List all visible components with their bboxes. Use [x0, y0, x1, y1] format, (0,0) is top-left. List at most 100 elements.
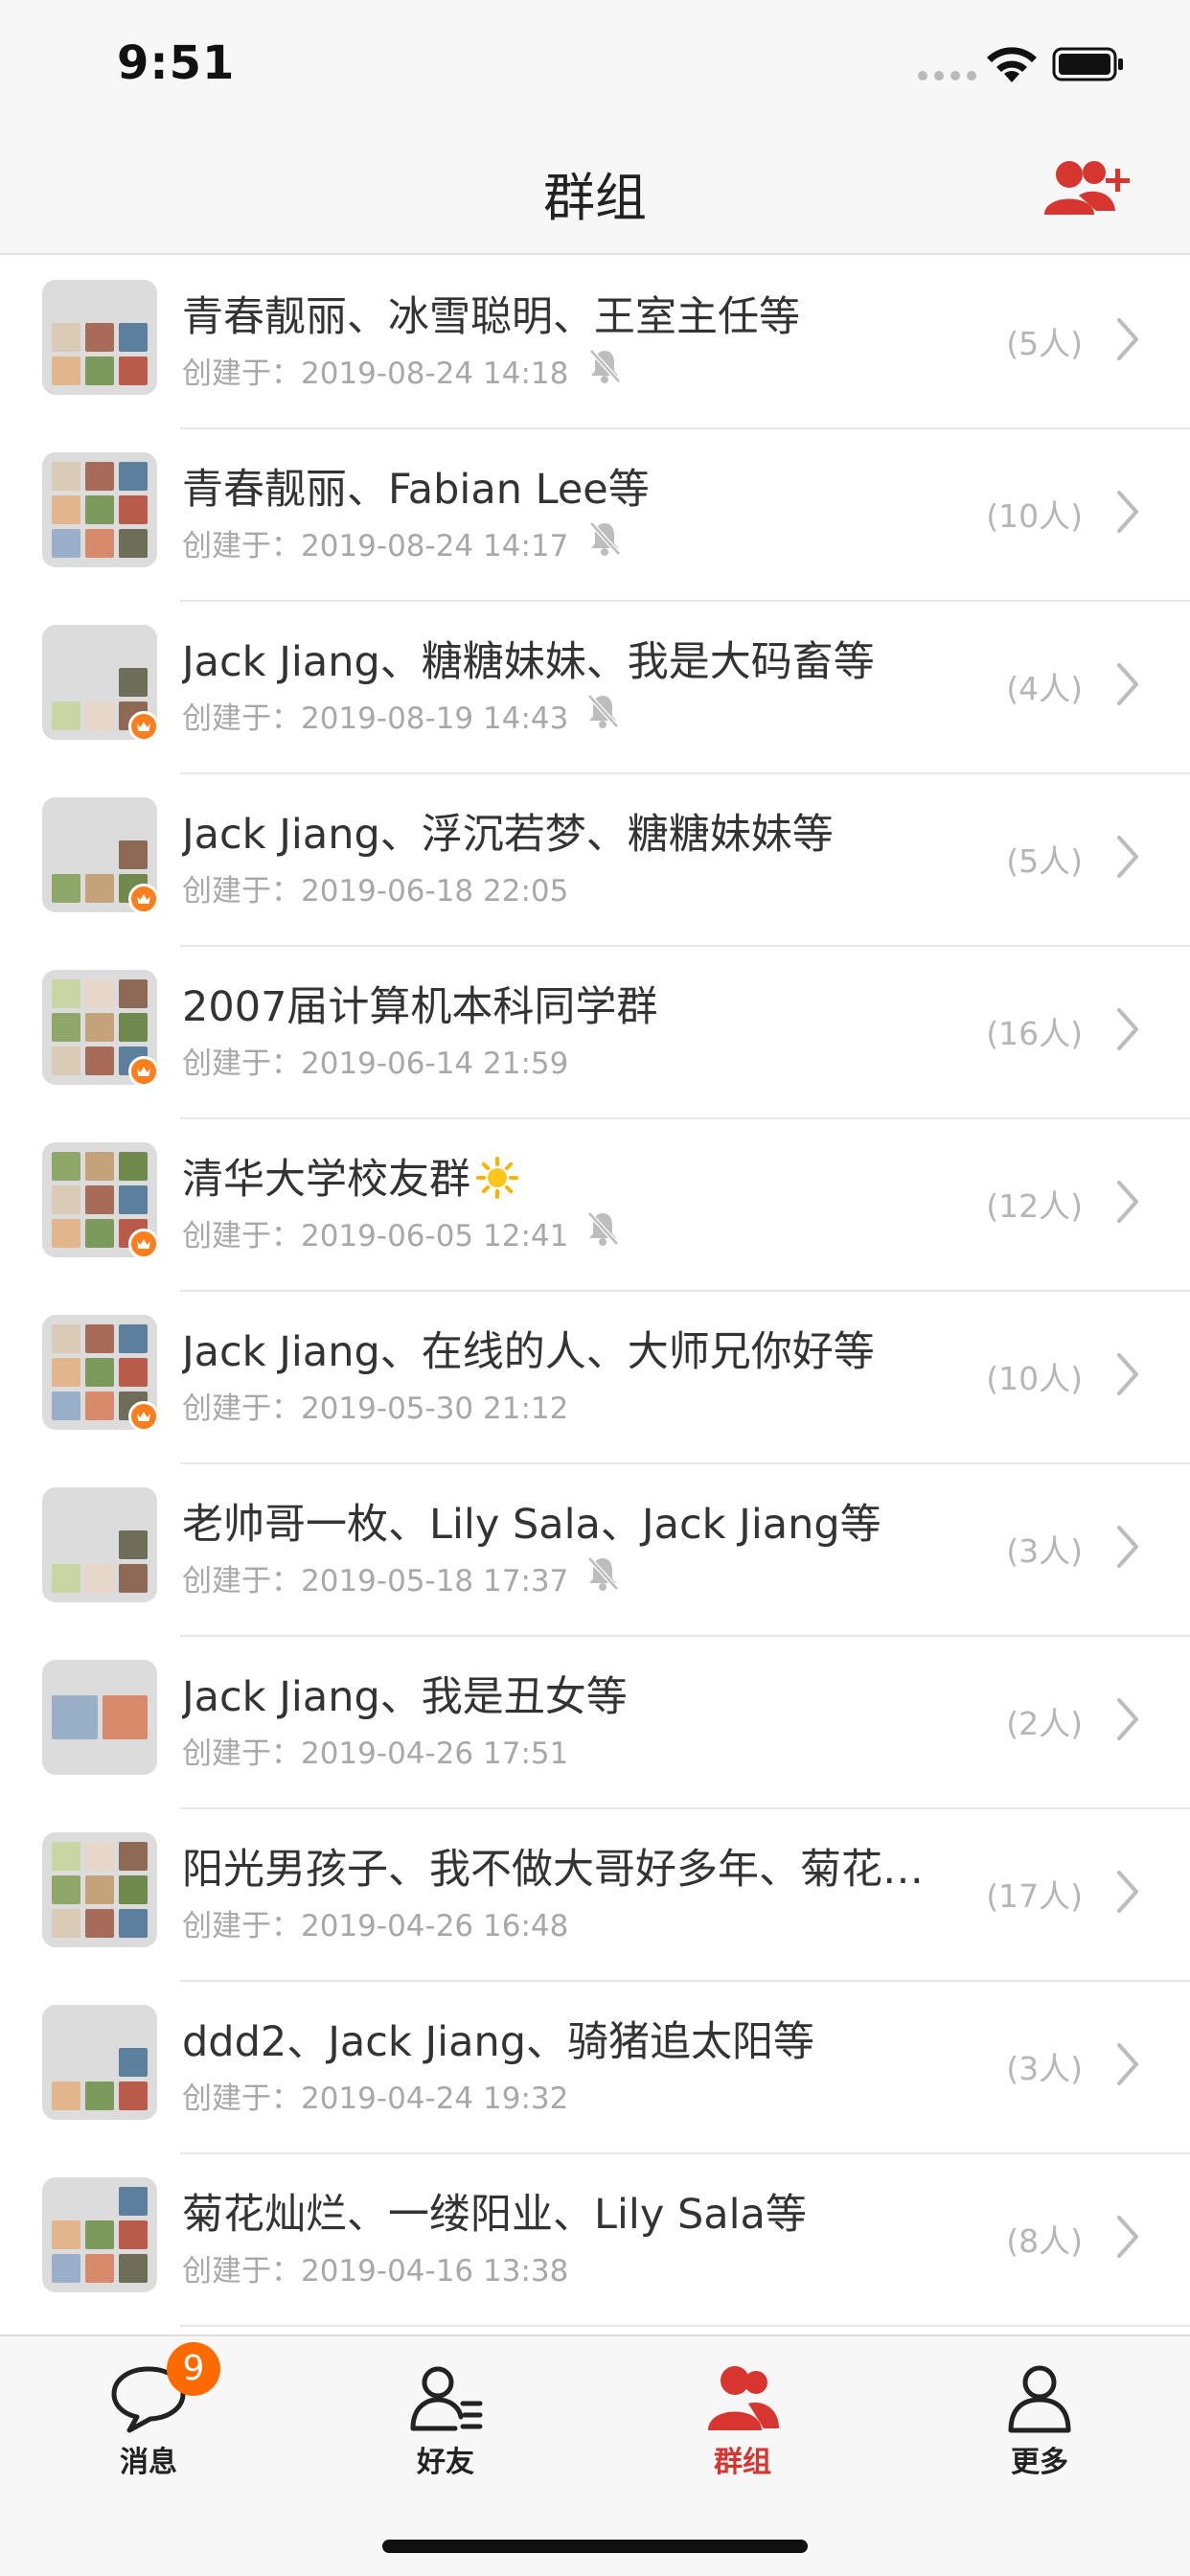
page-title: 群组: [543, 168, 647, 228]
group-name-text: 2007届计算机本科同学群: [182, 983, 658, 1031]
chevron-right-icon: [1117, 836, 1138, 878]
tab-groups[interactable]: 群组: [594, 2336, 891, 2499]
crown-icon: [128, 1401, 159, 1432]
chevron-right-icon: [1117, 1353, 1138, 1395]
group-name: Jack Jiang、在线的人、大师兄你好等: [182, 1319, 977, 1378]
group-name-text: 青春靓丽、Fabian Lee等: [182, 466, 650, 514]
member-count: (2人): [1006, 1705, 1083, 1742]
group-name-text: 菊花灿烂、一缕阳业、Lily Sala等: [182, 2191, 807, 2239]
member-count: (3人): [1006, 1532, 1083, 1570]
sun-icon: [476, 1157, 518, 1199]
group-name: Jack Jiang、糖糖妹妹、我是大码畜等: [182, 629, 977, 688]
tab-label: 消息: [120, 2446, 177, 2479]
group-name-text: 老帅哥一枚、Lily Sala、Jack Jiang等: [182, 1501, 881, 1549]
group-name: ddd2、Jack Jiang、骑猪追太阳等: [182, 2009, 977, 2068]
chevron-right-icon: [1117, 318, 1138, 360]
tab-label: 好友: [417, 2446, 474, 2479]
tab-label: 更多: [1011, 2446, 1068, 2479]
tab-friends[interactable]: 好友: [297, 2336, 594, 2499]
group-row[interactable]: Jack Jiang、我是丑女等创建于：2019-04-26 17:51 (2人): [0, 1637, 1190, 1809]
group-list: 青春靓丽、冰雪聪明、王室主任等 创建于：2019-08-24 14:18 (5人) 青…: [0, 257, 1190, 2327]
status-time: 9:51: [117, 36, 236, 90]
muted-bell-icon: [587, 1556, 619, 1591]
battery-icon: [1052, 47, 1123, 81]
chevron-right-icon: [1117, 2216, 1138, 2258]
group-row[interactable]: 菊花灿烂、一缕阳业、Lily Sala等 创建于：2019-04-16 13:38…: [0, 2154, 1190, 2327]
tab-messages[interactable]: 9 消息: [0, 2336, 297, 2499]
group-name: 阳光男孩子、我不做大哥好多年、菊花…: [182, 1836, 977, 1896]
crown-icon: [128, 1056, 159, 1087]
group-name-text: 青春靓丽、冰雪聪明、王室主任等: [182, 293, 800, 341]
chevron-right-icon: [1117, 1181, 1138, 1223]
group-name: 老帅哥一枚、Lily Sala、Jack Jiang等: [182, 1491, 977, 1551]
status-bar: 9:51: [0, 0, 1190, 126]
person-icon: [1008, 2365, 1071, 2433]
muted-bell-icon: [587, 694, 619, 728]
group-row[interactable]: Jack Jiang、浮沉若梦、糖糖妹妹等 创建于：2019-06-18 22:0…: [0, 774, 1190, 947]
group-name-text: Jack Jiang、我是丑女等: [182, 1673, 628, 1721]
member-count: (4人): [1006, 670, 1083, 707]
crown-icon: [128, 711, 159, 742]
add-group-icon[interactable]: [1041, 155, 1136, 222]
group-created-time: 创建于：2019-04-26 17:51: [182, 1736, 569, 1771]
group-row[interactable]: 青春靓丽、Fabian Lee等创建于：2019-08-24 14:17 (10人…: [0, 429, 1190, 602]
group-avatar: [42, 1832, 157, 1947]
group-created-time: 创建于：2019-08-24 14:18: [182, 356, 569, 391]
group-row[interactable]: 2007届计算机本科同学群创建于：2019-06-14 21:59 (16人): [0, 947, 1190, 1119]
group-icon: [708, 2366, 779, 2430]
muted-bell-icon: [587, 1211, 619, 1246]
group-name: 青春靓丽、冰雪聪明、王室主任等: [182, 284, 977, 343]
group-name: 清华大学校友群: [182, 1146, 977, 1206]
group-avatar: [42, 2005, 157, 2120]
group-name-text: 阳光男孩子、我不做大哥好多年、菊花…: [182, 1846, 924, 1894]
group-row[interactable]: Jack Jiang、在线的人、大师兄你好等创建于：2019-05-30 21:…: [0, 1292, 1190, 1464]
group-created-time: 创建于：2019-08-24 14:17: [182, 529, 569, 564]
group-name-text: 清华大学校友群: [182, 1156, 470, 1204]
group-avatar: [42, 1660, 157, 1775]
group-created-time: 创建于：2019-04-26 16:48: [182, 1909, 569, 1944]
group-name-text: Jack Jiang、糖糖妹妹、我是大码畜等: [182, 638, 875, 686]
group-name: 2007届计算机本科同学群: [182, 974, 977, 1033]
cellular-signal-icon: [918, 71, 976, 80]
group-avatar: [42, 452, 157, 567]
chevron-right-icon: [1117, 1008, 1138, 1050]
group-created-time: 创建于：2019-08-19 14:43: [182, 702, 569, 736]
navigation-bar: 群组: [0, 126, 1190, 255]
member-count: (12人): [986, 1187, 1083, 1225]
group-name-text: ddd2、Jack Jiang、骑猪追太阳等: [182, 2018, 815, 2066]
group-name: Jack Jiang、浮沉若梦、糖糖妹妹等: [182, 801, 977, 861]
chevron-right-icon: [1117, 491, 1138, 533]
muted-bell-icon: [589, 521, 621, 556]
group-row[interactable]: ddd2、Jack Jiang、骑猪追太阳等创建于：2019-04-24 19:…: [0, 1982, 1190, 2154]
group-row[interactable]: 清华大学校友群创建于：2019-06-05 12:41 (12人): [0, 1119, 1190, 1292]
unread-badge: 9: [167, 2342, 220, 2396]
group-created-time: 创建于：2019-05-30 21:12: [182, 1392, 569, 1426]
group-row[interactable]: 阳光男孩子、我不做大哥好多年、菊花… 创建于：2019-04-26 16:48 (1…: [0, 1809, 1190, 1982]
member-count: (17人): [986, 1877, 1083, 1915]
chevron-right-icon: [1117, 2043, 1138, 2085]
group-avatar: [42, 1487, 157, 1602]
member-count: (10人): [986, 497, 1083, 535]
group-created-time: 创建于：2019-06-05 12:41: [182, 1219, 569, 1254]
group-created-time: 创建于：2019-04-24 19:32: [182, 2082, 569, 2116]
member-count: (10人): [986, 1360, 1083, 1397]
member-count: (16人): [986, 1015, 1083, 1052]
group-created-time: 创建于：2019-06-14 21:59: [182, 1046, 569, 1081]
crown-icon: [128, 884, 159, 914]
group-name-text: Jack Jiang、浮沉若梦、糖糖妹妹等: [182, 811, 834, 859]
group-row[interactable]: Jack Jiang、糖糖妹妹、我是大码畜等创建于：2019-08-19 14:…: [0, 602, 1190, 774]
group-name-text: Jack Jiang、在线的人、大师兄你好等: [182, 1328, 875, 1376]
member-count: (8人): [1006, 2222, 1083, 2260]
wifi-icon: [987, 47, 1037, 82]
tab-label: 群组: [714, 2446, 771, 2479]
tab-more[interactable]: 更多: [891, 2336, 1188, 2499]
muted-bell-icon: [589, 349, 621, 383]
chevron-right-icon: [1117, 1871, 1138, 1913]
group-row[interactable]: 老帅哥一枚、Lily Sala、Jack Jiang等 创建于：2019-05-1…: [0, 1464, 1190, 1637]
group-name: 青春靓丽、Fabian Lee等: [182, 456, 977, 516]
chevron-right-icon: [1117, 1526, 1138, 1568]
group-name: Jack Jiang、我是丑女等: [182, 1664, 977, 1723]
crown-icon: [128, 1229, 159, 1259]
member-count: (5人): [1006, 325, 1083, 362]
group-row[interactable]: 青春靓丽、冰雪聪明、王室主任等创建于：2019-08-24 14:18 (5人): [0, 257, 1190, 429]
